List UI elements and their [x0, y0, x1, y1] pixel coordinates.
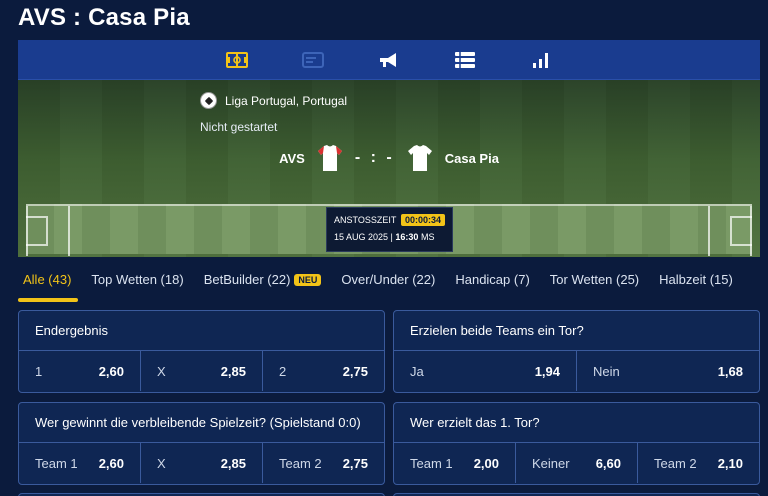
new-badge: NEU	[294, 274, 322, 286]
odd-button[interactable]: 2 2,75	[263, 351, 384, 391]
stats-card-icon[interactable]	[293, 40, 333, 80]
bar-chart-icon[interactable]	[521, 40, 561, 80]
odds-row: Team 1 2,00 Keiner 6,60 Team 2 2,10	[394, 443, 759, 483]
match-icon-nav	[18, 40, 760, 80]
odds-row: 1 2,60 X 2,85 2 2,75	[19, 351, 384, 391]
market-card-remaining-time: Wer gewinnt die verbleibende Spielzeit? …	[18, 402, 385, 485]
odd-button[interactable]: Keiner 6,60	[516, 443, 638, 483]
match-status: Nicht gestartet	[200, 120, 278, 134]
odd-button[interactable]: 1 2,60	[19, 351, 141, 391]
football-icon	[200, 92, 217, 109]
league-name: Liga Portugal, Portugal	[225, 93, 348, 108]
page-title: AVS : Casa Pia	[18, 4, 190, 31]
tab-top-wetten[interactable]: Top Wetten (18)	[86, 268, 188, 302]
tab-betbuilder[interactable]: BetBuilder (22) NEU	[199, 268, 327, 302]
home-shirt-icon	[317, 145, 342, 171]
kickoff-timezone: MS	[420, 232, 435, 242]
odds-row: Team 1 2,60 X 2,85 Team 2 2,75	[19, 443, 384, 483]
tab-over-under[interactable]: Over/Under (22)	[336, 268, 440, 302]
market-card-endergebnis: Endergebnis 1 2,60 X 2,85 2 2,75	[18, 310, 385, 393]
away-team-name: Casa Pia	[444, 150, 499, 166]
market-title: Erzielen beide Teams ein Tor?	[394, 311, 759, 351]
market-title: Endergebnis	[19, 311, 384, 351]
match-field-header: Liga Portugal, Portugal Nicht gestartet …	[18, 80, 760, 257]
kickoff-date: 15 AUG 2025 |	[334, 232, 393, 242]
away-shirt-icon	[407, 145, 432, 171]
kickoff-time: 16:30	[395, 232, 419, 242]
match-teams: AVS - : - Casa Pia	[18, 142, 760, 174]
odd-button[interactable]: X 2,85	[141, 351, 263, 391]
tab-tor-wetten[interactable]: Tor Wetten (25)	[545, 268, 644, 302]
home-team-name: AVS	[279, 150, 305, 166]
market-tabs: Alle (43) Top Wetten (18) BetBuilder (22…	[18, 268, 760, 302]
tab-betbuilder-label: BetBuilder (22)	[203, 272, 291, 287]
market-title: Wer erzielt das 1. Tor?	[394, 403, 759, 443]
field-icon[interactable]	[217, 40, 257, 80]
kickoff-box: ANSTOSSZEIT 00:00:34 15 AUG 2025 | 16:30…	[326, 207, 453, 252]
market-card-first-goal: Wer erzielt das 1. Tor? Team 1 2,00 Keine…	[393, 402, 760, 485]
tab-halbzeit[interactable]: Halbzeit (15)	[654, 268, 738, 302]
market-card-both-teams-score: Erzielen beide Teams ein Tor? Ja 1,94 Nei…	[393, 310, 760, 393]
odd-button[interactable]: X 2,85	[141, 443, 263, 483]
list-icon[interactable]	[445, 40, 485, 80]
odds-row: Ja 1,94 Nein 1,68	[394, 351, 759, 391]
odd-button[interactable]: Nein 1,68	[577, 351, 759, 391]
odd-button[interactable]: Ja 1,94	[394, 351, 577, 391]
odd-button[interactable]: Team 2 2,10	[638, 443, 759, 483]
megaphone-icon[interactable]	[369, 40, 409, 80]
kickoff-label: ANSTOSSZEIT	[334, 215, 397, 225]
match-score: - : -	[354, 149, 395, 166]
tab-alle[interactable]: Alle (43)	[18, 268, 79, 302]
odd-button[interactable]: Team 1 2,60	[19, 443, 141, 483]
kickoff-countdown: 00:00:34	[400, 214, 445, 226]
league-info: Liga Portugal, Portugal	[200, 92, 347, 109]
tab-handicap[interactable]: Handicap (7)	[450, 268, 534, 302]
odd-button[interactable]: Team 2 2,75	[263, 443, 384, 483]
market-title: Wer gewinnt die verbleibende Spielzeit? …	[19, 403, 384, 443]
odd-button[interactable]: Team 1 2,00	[394, 443, 516, 483]
